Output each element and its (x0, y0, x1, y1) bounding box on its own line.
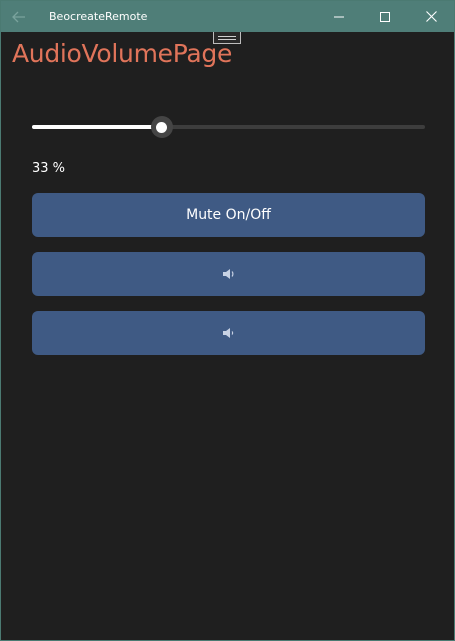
window-title: BeocreateRemote (49, 10, 148, 23)
back-arrow-icon (12, 11, 25, 23)
volume-down-button[interactable] (32, 311, 425, 355)
speaker-icon (222, 269, 233, 279)
minimize-icon (334, 16, 344, 17)
app-window: BeocreateRemote AudioVolumePage 33 % Mut… (0, 0, 455, 641)
slider-thumb-dot (156, 121, 168, 133)
mute-toggle-button[interactable]: Mute On/Off (32, 193, 425, 237)
close-button[interactable] (408, 1, 454, 32)
speaker-icon (222, 328, 233, 338)
volume-up-button[interactable] (32, 252, 425, 296)
title-bar[interactable]: BeocreateRemote (1, 1, 454, 32)
volume-percent-label: 33 % (32, 161, 66, 176)
volume-slider[interactable] (32, 115, 425, 139)
maximize-icon (380, 11, 390, 22)
maximize-button[interactable] (362, 1, 408, 32)
close-icon (425, 11, 437, 22)
page-title: AudioVolumePage (12, 39, 233, 68)
back-button[interactable] (9, 7, 29, 27)
slider-thumb[interactable] (150, 116, 173, 138)
slider-fill (32, 125, 162, 129)
minimize-button[interactable] (316, 1, 362, 32)
mute-button-label: Mute On/Off (186, 207, 271, 223)
